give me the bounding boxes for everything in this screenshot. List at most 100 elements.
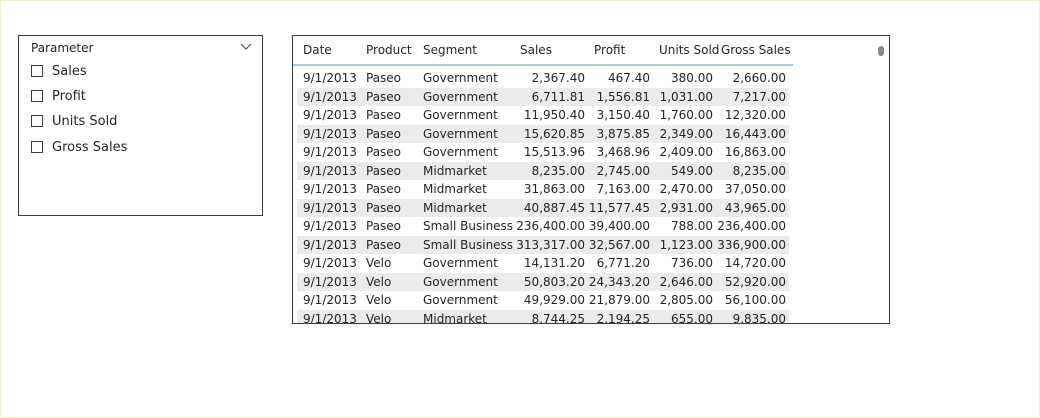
slicer-option-units-sold[interactable]: Units Sold — [31, 112, 117, 130]
cell-gross-sales: 8,235.00 — [732, 163, 786, 178]
cell-date: 9/1/2013 — [303, 256, 357, 270]
slicer-option-sales[interactable]: Sales — [31, 62, 87, 80]
checkbox[interactable] — [31, 141, 43, 153]
table-row[interactable]: 9/1/2013 Velo Government 49,929.00 21,879.00… — [297, 291, 789, 310]
column-header-date[interactable]: Date — [303, 43, 332, 57]
slicer-option-label: Gross Sales — [52, 139, 128, 155]
cell-gross-sales: 7,217.00 — [732, 89, 786, 104]
cell-sales: 49,929.00 — [523, 293, 585, 307]
slicer-option-gross-sales[interactable]: Gross Sales — [31, 138, 127, 156]
cell-sales: 11,950.40 — [523, 108, 585, 122]
cell-date: 9/1/2013 — [303, 182, 357, 196]
chevron-down-icon[interactable] — [240, 41, 252, 51]
table-row[interactable]: 9/1/2013 Paseo Small Business 313,317.00 32,… — [297, 235, 789, 254]
slicer-title: Parameter — [31, 41, 94, 55]
table-row[interactable]: 9/1/2013 Paseo Government 15,620.85 3,875.85… — [297, 124, 789, 143]
cell-product: Velo — [366, 256, 392, 270]
table-row[interactable]: 9/1/2013 Paseo Midmarket 40,887.45 11,577.45… — [297, 198, 789, 217]
table-row[interactable]: 9/1/2013 Velo Government 14,131.20 6,771.20 7… — [297, 254, 789, 273]
cell-sales: 15,513.96 — [523, 145, 585, 159]
cell-segment: Government — [423, 145, 498, 159]
cell-segment: Midmarket — [423, 163, 487, 178]
table-row[interactable]: 9/1/2013 Velo Midmarket 8,744.25 2,194.25 655… — [297, 309, 789, 324]
slicer-option-label: Sales — [52, 63, 87, 79]
table-row[interactable]: 9/1/2013 Paseo Government 6,711.81 1,556.81 1… — [297, 87, 789, 106]
checkbox[interactable] — [31, 65, 43, 77]
cell-units-sold: 1,123.00 — [659, 237, 713, 252]
cell-units-sold: 1,031.00 — [659, 89, 713, 104]
cell-gross-sales: 43,965.00 — [724, 200, 786, 215]
checkbox[interactable] — [31, 115, 43, 127]
cell-segment: Government — [423, 108, 498, 122]
column-header-product[interactable]: Product — [366, 43, 412, 57]
vertical-scrollbar[interactable] — [878, 46, 884, 56]
cell-date: 9/1/2013 — [303, 108, 357, 122]
cell-gross-sales: 236,400.00 — [717, 219, 786, 233]
cell-gross-sales: 336,900.00 — [717, 237, 786, 252]
cell-segment: Midmarket — [423, 182, 487, 196]
cell-segment: Midmarket — [423, 200, 487, 215]
cell-profit: 2,194.25 — [596, 311, 650, 324]
cell-units-sold: 380.00 — [671, 71, 713, 85]
cell-sales: 8,744.25 — [531, 311, 585, 324]
cell-product: Paseo — [366, 108, 402, 122]
parameter-slicer: Parameter Sales Profit Units Sold Gross … — [18, 35, 263, 216]
cell-date: 9/1/2013 — [303, 219, 357, 233]
cell-product: Velo — [366, 293, 392, 307]
cell-profit: 467.40 — [608, 71, 650, 85]
cell-segment: Government — [423, 293, 498, 307]
cell-profit: 7,163.00 — [596, 182, 650, 196]
cell-gross-sales: 2,660.00 — [732, 71, 786, 85]
cell-product: Paseo — [366, 89, 402, 104]
cell-profit: 3,150.40 — [596, 108, 650, 122]
cell-product: Paseo — [366, 163, 402, 178]
cell-profit: 2,745.00 — [596, 163, 650, 178]
cell-gross-sales: 12,320.00 — [724, 108, 786, 122]
table-row[interactable]: 9/1/2013 Paseo Government 15,513.96 3,468.96… — [297, 143, 789, 162]
table-header: Date Product Segment Sales Profit Units … — [293, 36, 793, 66]
cell-profit: 21,879.00 — [588, 293, 650, 307]
cell-sales: 2,367.40 — [531, 71, 585, 85]
data-table: Date Product Segment Sales Profit Units … — [292, 35, 890, 324]
table-row[interactable]: 9/1/2013 Paseo Small Business 236,400.00 39,… — [297, 217, 789, 236]
cell-units-sold: 1,760.00 — [659, 108, 713, 122]
cell-units-sold: 549.00 — [671, 163, 713, 178]
cell-product: Paseo — [366, 145, 402, 159]
table-row[interactable]: 9/1/2013 Paseo Government 2,367.40 467.40 380… — [297, 69, 789, 88]
cell-units-sold: 2,931.00 — [659, 200, 713, 215]
cell-gross-sales: 14,720.00 — [724, 256, 786, 270]
cell-product: Paseo — [366, 182, 402, 196]
cell-profit: 24,343.20 — [588, 274, 650, 289]
cell-profit: 32,567.00 — [588, 237, 650, 252]
cell-profit: 39,400.00 — [588, 219, 650, 233]
column-header-segment[interactable]: Segment — [423, 43, 477, 57]
cell-sales: 8,235.00 — [531, 163, 585, 178]
table-row[interactable]: 9/1/2013 Paseo Government 11,950.40 3,150.40… — [297, 106, 789, 125]
cell-units-sold: 2,805.00 — [659, 293, 713, 307]
cell-sales: 313,317.00 — [516, 237, 585, 252]
column-header-sales[interactable]: Sales — [520, 43, 552, 57]
cell-date: 9/1/2013 — [303, 163, 357, 178]
cell-sales: 14,131.20 — [523, 256, 585, 270]
table-row[interactable]: 9/1/2013 Velo Government 50,803.20 24,343.20… — [297, 272, 789, 291]
slicer-option-profit[interactable]: Profit — [31, 87, 86, 105]
column-header-units-sold[interactable]: Units Sold — [659, 43, 719, 57]
cell-gross-sales: 52,920.00 — [724, 274, 786, 289]
column-header-gross-sales[interactable]: Gross Sales — [721, 43, 791, 57]
checkbox[interactable] — [31, 90, 43, 102]
slicer-option-label: Profit — [52, 88, 86, 104]
cell-date: 9/1/2013 — [303, 145, 357, 159]
column-header-profit[interactable]: Profit — [594, 43, 625, 57]
cell-profit: 3,875.85 — [596, 126, 650, 141]
cell-segment: Midmarket — [423, 311, 487, 324]
cell-sales: 236,400.00 — [516, 219, 585, 233]
cell-date: 9/1/2013 — [303, 311, 357, 324]
table-row[interactable]: 9/1/2013 Paseo Midmarket 8,235.00 2,745.00 54… — [297, 161, 789, 180]
cell-profit: 1,556.81 — [596, 89, 650, 104]
cell-date: 9/1/2013 — [303, 200, 357, 215]
cell-units-sold: 788.00 — [671, 219, 713, 233]
cell-date: 9/1/2013 — [303, 71, 357, 85]
cell-sales: 15,620.85 — [523, 126, 585, 141]
table-row[interactable]: 9/1/2013 Paseo Midmarket 31,863.00 7,163.00 2… — [297, 180, 789, 199]
cell-gross-sales: 9,835.00 — [732, 311, 786, 324]
